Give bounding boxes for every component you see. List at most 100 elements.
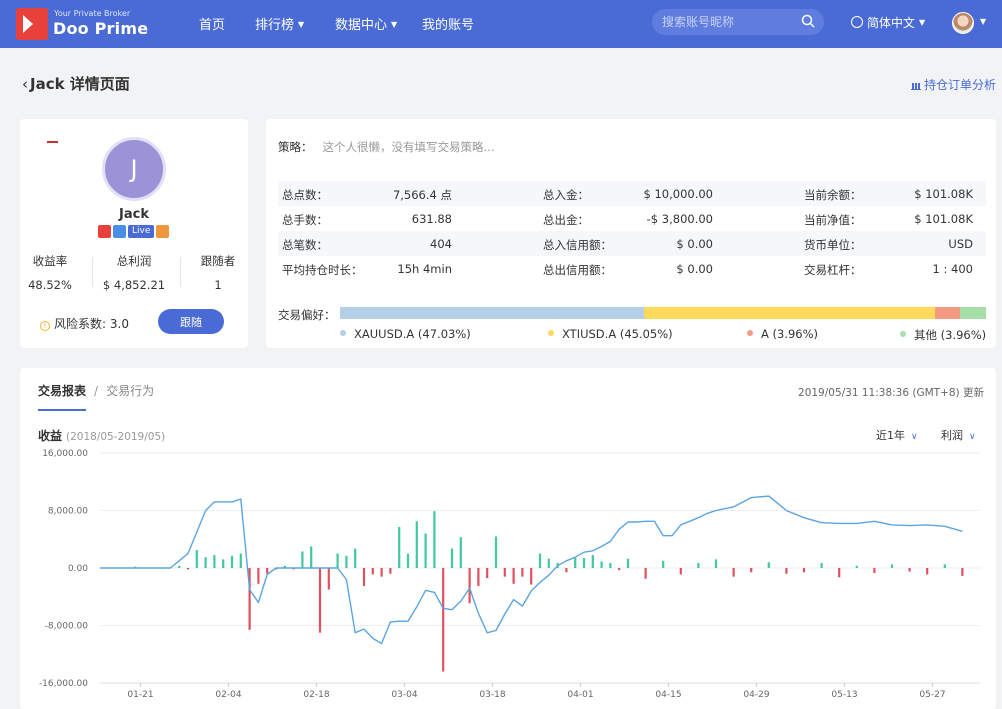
preference-legend-item[interactable]: 其他 (3.96%) <box>900 327 986 343</box>
profit-bar[interactable] <box>301 551 304 568</box>
profit-bar[interactable] <box>213 555 216 568</box>
profit-bar[interactable] <box>230 555 234 568</box>
profit-bar[interactable] <box>266 568 269 574</box>
user-avatar[interactable] <box>952 12 974 34</box>
caret-down-icon[interactable]: ▼ <box>980 17 986 26</box>
profit-bar[interactable] <box>371 568 374 575</box>
profit-bar[interactable] <box>697 562 700 568</box>
preference-segment[interactable] <box>934 307 961 319</box>
profit-bar[interactable] <box>204 557 207 568</box>
profit-bar[interactable] <box>838 568 841 578</box>
profit-bar[interactable] <box>767 562 770 568</box>
profit-bar[interactable] <box>908 568 911 572</box>
profit-bar[interactable] <box>750 568 753 573</box>
profit-bar[interactable] <box>855 565 858 568</box>
profit-bar[interactable] <box>662 560 665 568</box>
profit-bar[interactable] <box>503 568 506 577</box>
position-analysis-link[interactable]: 持仓订单分析 <box>910 76 996 93</box>
nav-data-center[interactable]: 数据中心 ▼ <box>335 14 397 33</box>
profit-bar[interactable] <box>538 553 542 568</box>
profit-bar[interactable] <box>345 555 348 568</box>
strategy-card: 策略： 这个人很懒，没有填写交易策略... 总点数： 7,566.4 点 总入金： $ … <box>266 119 996 348</box>
profit-bar[interactable] <box>626 558 630 568</box>
profit-bar[interactable] <box>433 511 436 568</box>
profit-bar[interactable] <box>424 533 427 569</box>
profit-bar[interactable] <box>222 559 225 568</box>
profit-bar[interactable] <box>714 559 718 568</box>
profit-bar[interactable] <box>398 527 401 568</box>
profit-bar[interactable] <box>195 550 198 568</box>
profit-bar[interactable] <box>961 568 964 576</box>
profit-bar[interactable] <box>512 568 515 584</box>
profit-bar[interactable] <box>890 564 894 568</box>
legend-name: A <box>761 327 769 341</box>
profit-bar[interactable] <box>442 568 445 672</box>
profit-bar[interactable] <box>609 562 612 568</box>
divider <box>92 257 93 287</box>
metric-value: 15h 4min <box>397 262 452 276</box>
profit-bar[interactable] <box>591 555 594 568</box>
preference-segment[interactable] <box>340 307 644 319</box>
profit-bar[interactable] <box>618 568 621 571</box>
profit-bar[interactable] <box>354 548 357 568</box>
preference-segment[interactable] <box>643 307 935 319</box>
metrics-table: 总点数： 7,566.4 点 总入金： $ 10,000.00 当前余额： $ 101.0… <box>278 181 986 281</box>
profit-bar[interactable] <box>802 568 806 573</box>
profit-bar[interactable] <box>239 553 242 568</box>
profit-bar[interactable] <box>406 553 410 568</box>
follow-button[interactable]: 跟随 <box>158 309 224 334</box>
profit-bar[interactable] <box>318 568 322 633</box>
back-chevron-icon[interactable]: ‹ <box>22 75 28 93</box>
profit-bar[interactable] <box>600 561 603 568</box>
profit-bar[interactable] <box>582 557 586 568</box>
profit-bar[interactable] <box>186 568 190 570</box>
profit-bar[interactable] <box>574 557 577 568</box>
x-tick-label: 02-04 <box>215 690 241 700</box>
profit-bar[interactable] <box>310 546 313 568</box>
metric-label: 当前净值： <box>804 213 862 227</box>
nav-my-account[interactable]: 我的账号 <box>422 14 474 33</box>
profit-bar[interactable] <box>178 565 181 568</box>
search-icon[interactable] <box>801 14 815 28</box>
profit-bar[interactable] <box>494 536 498 568</box>
profit-bar[interactable] <box>732 568 735 577</box>
profit-bar[interactable] <box>459 537 462 568</box>
profit-bar[interactable] <box>547 558 550 568</box>
profit-bar[interactable] <box>644 568 647 579</box>
profit-bar[interactable] <box>362 568 366 586</box>
profit-bar[interactable] <box>468 568 471 604</box>
profit-bar[interactable] <box>679 568 682 575</box>
profit-bar[interactable] <box>257 568 260 584</box>
profit-bar[interactable] <box>565 568 568 573</box>
legend-dot-icon <box>340 330 346 336</box>
profit-bar[interactable] <box>943 564 946 568</box>
preference-legend-item[interactable]: A (3.96%) <box>747 327 818 341</box>
profit-bar[interactable] <box>926 568 929 575</box>
metrics-row: 总点数： 7,566.4 点 总入金： $ 10,000.00 当前余额： $ 101.0… <box>278 181 986 206</box>
profit-bar[interactable] <box>820 562 823 568</box>
legend-percent: (3.96%) <box>772 327 819 341</box>
search-input[interactable] <box>662 13 792 31</box>
profit-bar[interactable] <box>530 568 533 585</box>
metric-value: -$ 3,800.00 <box>646 212 713 226</box>
search-box[interactable] <box>652 9 824 35</box>
preference-legend-item[interactable]: XAUUSD.A (47.03%) <box>340 327 471 341</box>
profit-bar[interactable] <box>450 548 454 568</box>
profit-bar[interactable] <box>336 553 339 568</box>
preference-legend-item[interactable]: XTIUSD.A (45.05%) <box>548 327 673 341</box>
profit-bar[interactable] <box>389 568 392 574</box>
profit-bar[interactable] <box>521 568 524 577</box>
profit-bar[interactable] <box>486 568 489 579</box>
profit-bar[interactable] <box>477 568 480 586</box>
preference-segment[interactable] <box>960 307 986 319</box>
profit-bar[interactable] <box>380 568 383 577</box>
nav-ranking[interactable]: 排行榜 ▼ <box>255 14 304 33</box>
doo-prime-logo[interactable]: Your Private Broker Doo Prime <box>16 7 156 41</box>
profit-bar[interactable] <box>327 568 330 590</box>
nav-home[interactable]: 首页 <box>199 14 225 33</box>
metric-value: 7,566.4 点 <box>392 188 452 202</box>
language-selector[interactable]: 简体中文 ▼ <box>851 14 925 31</box>
profit-bar[interactable] <box>785 568 788 574</box>
profit-bar[interactable] <box>415 521 418 568</box>
profit-bar[interactable] <box>873 568 876 574</box>
